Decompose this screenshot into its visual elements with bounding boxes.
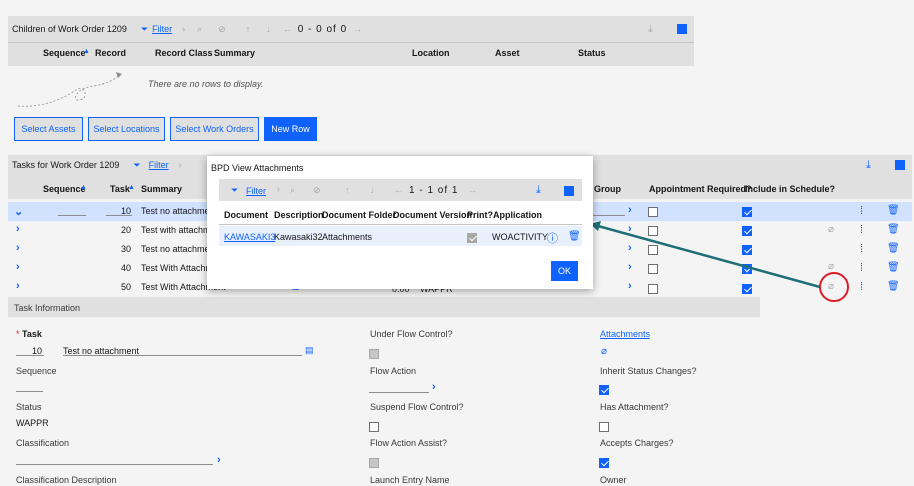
arrow-right-icon: → <box>468 185 477 195</box>
col-print[interactable]: Print? <box>467 210 493 220</box>
info-icon[interactable]: ⓘ <box>547 230 558 246</box>
col-document[interactable]: Document <box>224 210 268 220</box>
filter-icon[interactable]: ⏷ <box>231 185 238 196</box>
arrow-up-icon: ↑ <box>345 185 350 195</box>
document-folder: Attachments <box>322 232 373 242</box>
chevron-right-icon: › <box>277 184 280 194</box>
clear-filter-icon: ⊘ <box>313 185 321 195</box>
arrow-down-icon: ↓ <box>370 185 375 195</box>
search-icon: ⌕ <box>290 185 296 195</box>
print-checkbox <box>467 233 477 243</box>
arrow-left-icon: ← <box>394 185 403 195</box>
ok-button[interactable]: OK <box>551 261 578 281</box>
delete-icon[interactable]: 🗑 <box>568 231 581 242</box>
attachments-dialog: BPD View Attachments ⏷ Filter › ⌕ ⊘ ↑ ↓ … <box>207 156 593 289</box>
col-document-version[interactable]: Document Version <box>393 210 472 220</box>
dialog-pager: 1 - 1 of 1 <box>409 185 459 196</box>
document-description: Kawasaki32 <box>274 232 323 242</box>
col-application[interactable]: Application <box>493 210 542 220</box>
customize-table-icon[interactable] <box>564 186 574 196</box>
download-icon[interactable]: ⤓ <box>536 184 541 197</box>
col-description[interactable]: Description <box>274 210 324 220</box>
annotation-arrow-line <box>597 224 821 289</box>
col-document-folder[interactable]: Document Folder <box>322 210 396 220</box>
document-link[interactable]: KAWASAKI3 <box>224 232 275 242</box>
highlight-circle <box>819 272 849 302</box>
dialog-title: BPD View Attachments <box>211 163 304 173</box>
application-value: WOACTIVITY <box>492 232 548 242</box>
table-row[interactable]: KAWASAKI3 Kawasaki32 Attachments WOACTIV… <box>219 226 582 246</box>
dialog-filter-link[interactable]: Filter <box>246 186 266 196</box>
